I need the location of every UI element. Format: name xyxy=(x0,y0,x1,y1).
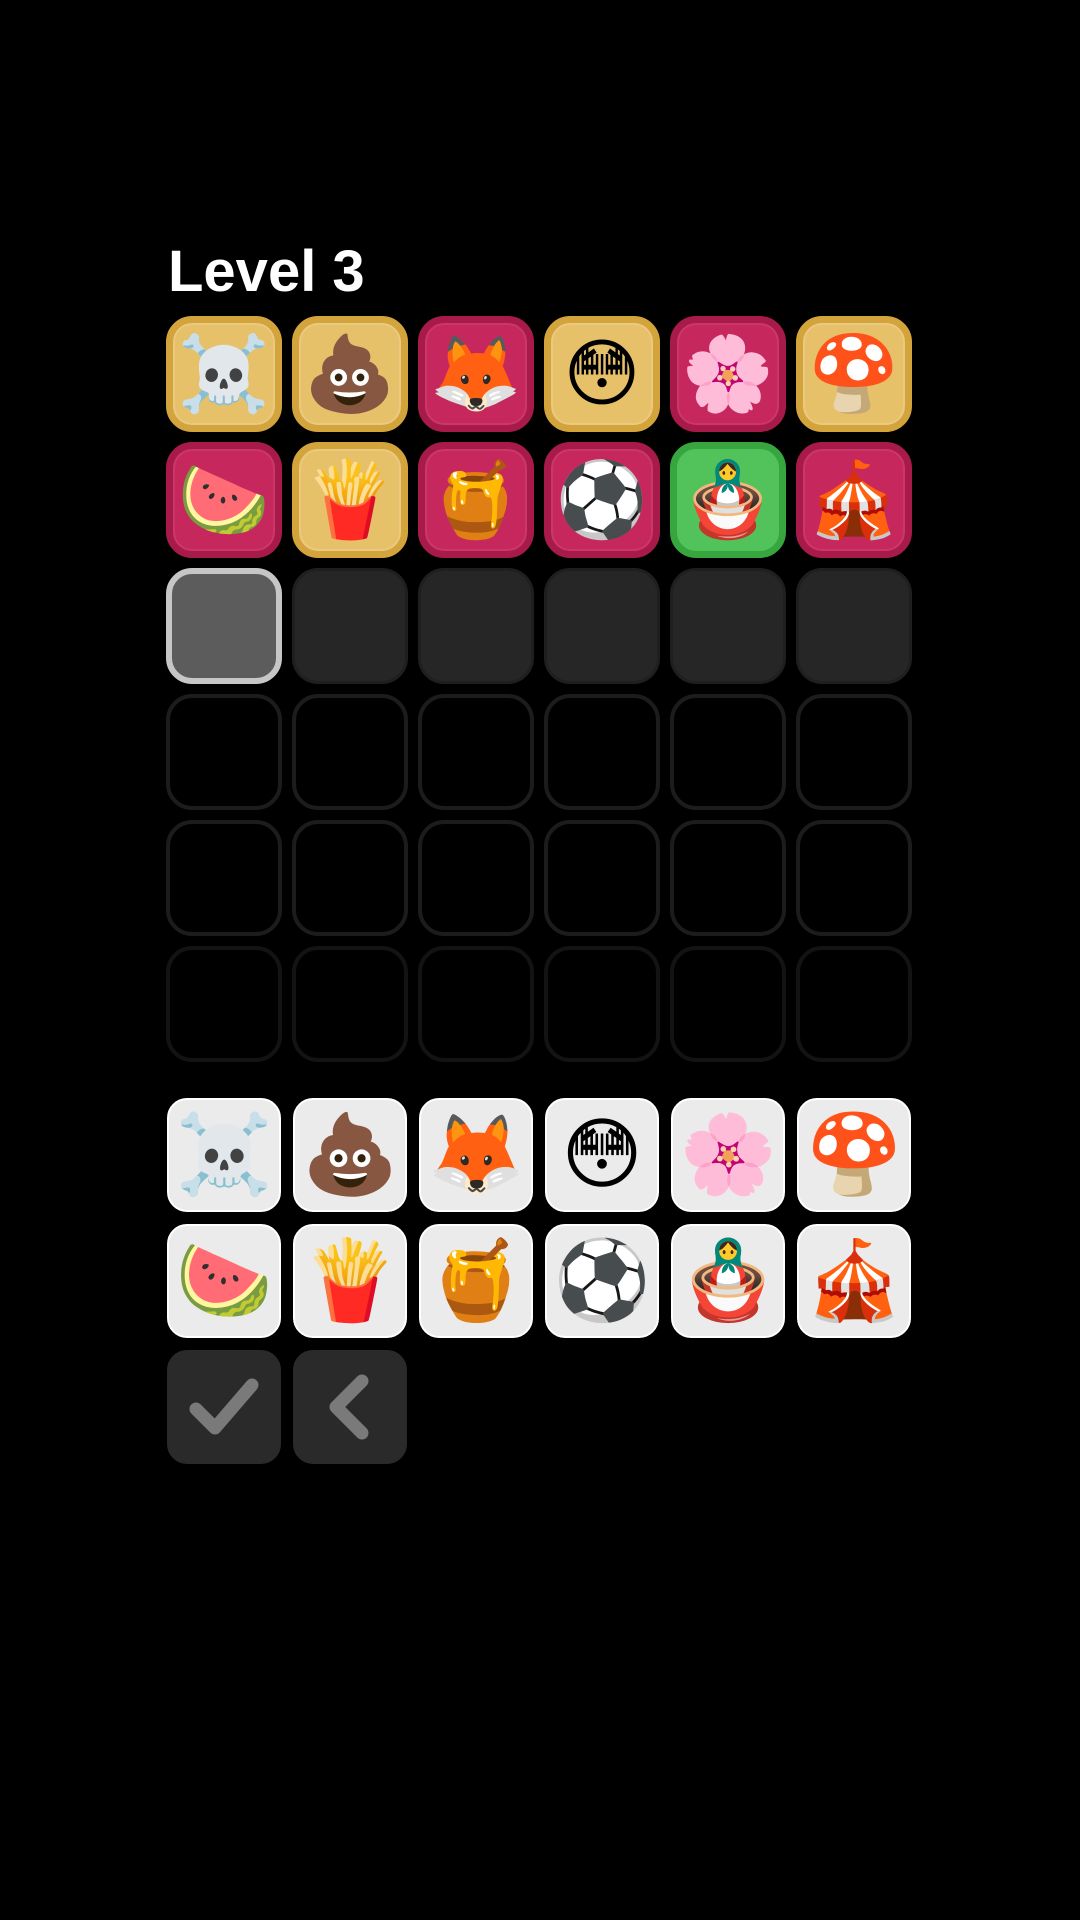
board-tile-empty xyxy=(544,694,660,810)
board-tile-empty xyxy=(292,820,408,936)
board-tile-yellow: 🍟 xyxy=(292,442,408,558)
tile-emoji: 🦊 xyxy=(429,331,523,417)
tile-emoji: 🍟 xyxy=(303,457,397,543)
board-tile-red: 🍯 xyxy=(418,442,534,558)
board-tile-empty xyxy=(166,694,282,810)
board-tile-pending xyxy=(544,568,660,684)
board-tile-empty xyxy=(166,820,282,936)
flushed-face-icon: 😳 xyxy=(561,1110,643,1200)
submit-button[interactable] xyxy=(167,1350,281,1464)
key-mushroom[interactable]: 🍄 xyxy=(797,1098,911,1212)
watermelon-icon: 🍉 xyxy=(175,1236,273,1326)
tile-emoji: ⚽ xyxy=(555,457,649,543)
chevron-left-icon xyxy=(310,1367,390,1447)
board-tile-empty xyxy=(418,820,534,936)
board-tile-red: 🦊 xyxy=(418,316,534,432)
board-tile-red: 🎪 xyxy=(796,442,912,558)
backspace-button[interactable] xyxy=(293,1350,407,1464)
key-soccer-ball[interactable]: ⚽ xyxy=(545,1224,659,1338)
key-pile-of-poo[interactable]: 💩 xyxy=(293,1098,407,1212)
cherry-blossom-icon: 🌸 xyxy=(679,1110,777,1200)
circus-tent-icon: 🎪 xyxy=(805,1236,903,1326)
french-fries-icon: 🍟 xyxy=(301,1236,399,1326)
tile-emoji: 🍯 xyxy=(429,457,523,543)
board-tile-red: 🌸 xyxy=(670,316,786,432)
board-tile-pending xyxy=(796,568,912,684)
nesting-dolls-icon: 🪆 xyxy=(679,1236,777,1326)
board-tile-empty xyxy=(796,694,912,810)
board-tile-green: 🪆 xyxy=(670,442,786,558)
board-tile-pending xyxy=(418,568,534,684)
board-tile-empty xyxy=(670,946,786,1062)
key-cherry-blossom[interactable]: 🌸 xyxy=(671,1098,785,1212)
board-tile-empty xyxy=(796,820,912,936)
board-tile-yellow: 😳 xyxy=(544,316,660,432)
skull-icon: ☠️ xyxy=(175,1110,273,1200)
checkmark-icon xyxy=(184,1367,264,1447)
board-tile-active xyxy=(166,568,282,684)
tile-emoji: 😳 xyxy=(563,331,641,417)
level-title: Level 3 xyxy=(168,239,365,304)
tile-emoji: 🌸 xyxy=(681,331,775,417)
board-tile-yellow: ☠️ xyxy=(166,316,282,432)
key-watermelon[interactable]: 🍉 xyxy=(167,1224,281,1338)
board-tile-empty xyxy=(418,694,534,810)
key-nesting-dolls[interactable]: 🪆 xyxy=(671,1224,785,1338)
board-tile-red: ⚽ xyxy=(544,442,660,558)
tile-emoji: 🪆 xyxy=(681,457,775,543)
board-tile-empty xyxy=(670,694,786,810)
guess-board: ☠️ 💩 🦊 😳 🌸 🍄 🍉 🍟 🍯 ⚽ 🪆 🎪 xyxy=(166,316,912,1062)
board-tile-empty xyxy=(796,946,912,1062)
board-tile-empty xyxy=(292,946,408,1062)
board-tile-yellow: 💩 xyxy=(292,316,408,432)
board-tile-empty xyxy=(292,694,408,810)
board-tile-empty xyxy=(166,946,282,1062)
key-flushed-face[interactable]: 😳 xyxy=(545,1098,659,1212)
board-tile-pending xyxy=(670,568,786,684)
fox-icon: 🦊 xyxy=(427,1110,525,1200)
soccer-ball-icon: ⚽ xyxy=(553,1236,651,1326)
board-tile-red: 🍉 xyxy=(166,442,282,558)
honey-pot-icon: 🍯 xyxy=(427,1236,525,1326)
key-french-fries[interactable]: 🍟 xyxy=(293,1224,407,1338)
key-skull[interactable]: ☠️ xyxy=(167,1098,281,1212)
tile-emoji: 🍄 xyxy=(807,331,901,417)
pile-of-poo-icon: 💩 xyxy=(301,1110,399,1200)
key-honey-pot[interactable]: 🍯 xyxy=(419,1224,533,1338)
key-circus-tent[interactable]: 🎪 xyxy=(797,1224,911,1338)
board-tile-pending xyxy=(292,568,408,684)
tile-emoji: 💩 xyxy=(303,331,397,417)
emoji-keyboard: ☠️ 💩 🦊 😳 🌸 🍄 🍉 🍟 🍯 ⚽ 🪆 🎪 xyxy=(167,1098,911,1464)
board-tile-empty xyxy=(418,946,534,1062)
board-tile-empty xyxy=(670,820,786,936)
tile-emoji: ☠️ xyxy=(177,331,271,417)
mushroom-icon: 🍄 xyxy=(805,1110,903,1200)
board-tile-empty xyxy=(544,946,660,1062)
tile-emoji: 🍉 xyxy=(177,457,271,543)
board-tile-empty xyxy=(544,820,660,936)
key-fox[interactable]: 🦊 xyxy=(419,1098,533,1212)
board-tile-yellow: 🍄 xyxy=(796,316,912,432)
tile-emoji: 🎪 xyxy=(807,457,901,543)
